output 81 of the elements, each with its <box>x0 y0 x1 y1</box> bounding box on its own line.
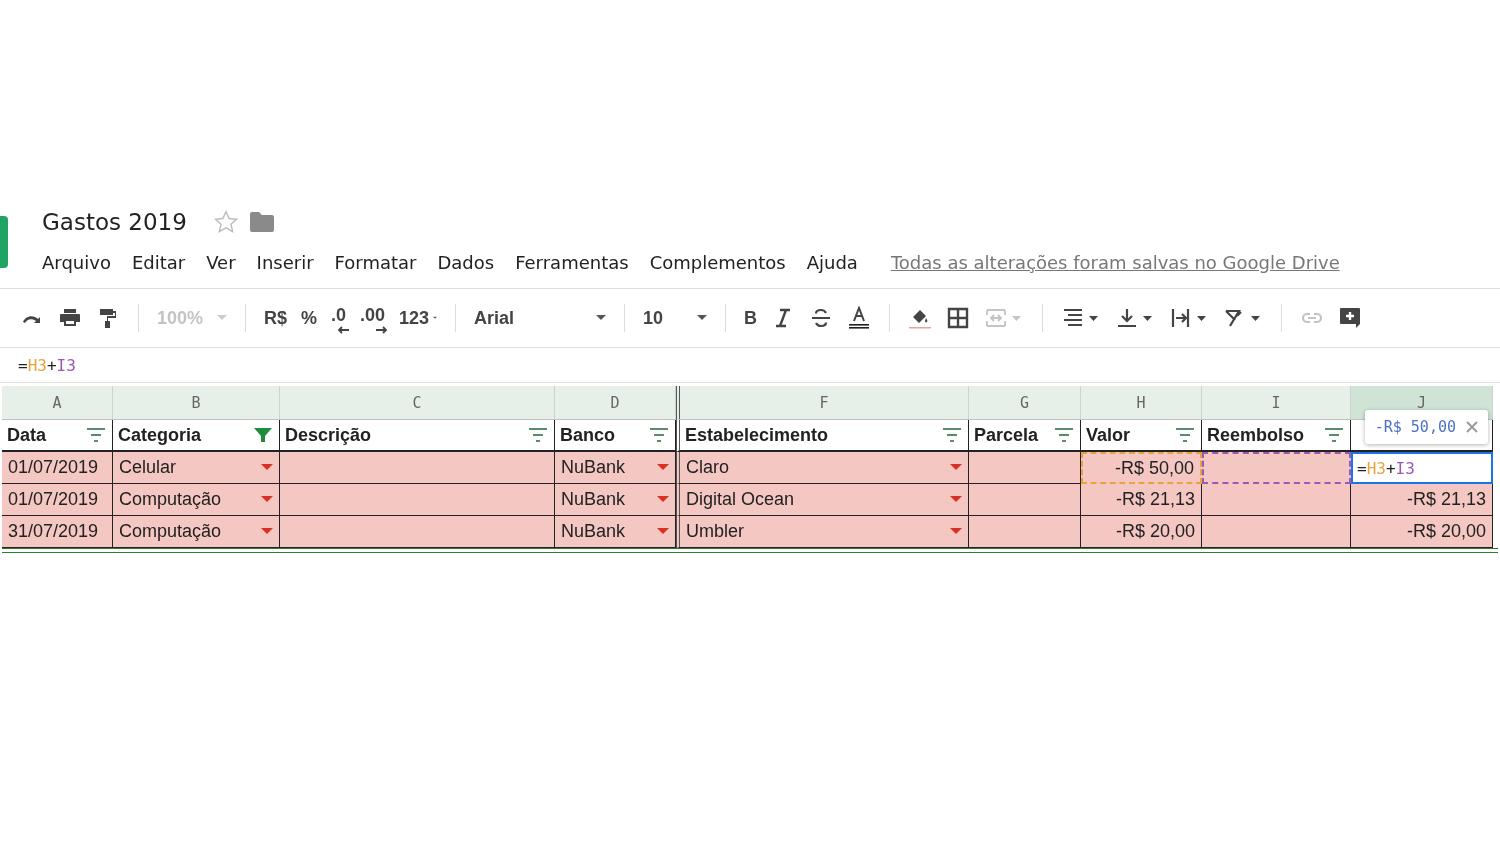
cell-text: NuBank <box>561 457 626 478</box>
cell-text: Umbler <box>686 521 744 542</box>
menu-item[interactable]: Dados <box>437 251 495 273</box>
cell-text: 01/07/2019 <box>8 457 99 478</box>
header-text: Parcela <box>974 424 1039 446</box>
dropdown-select[interactable]: 123 <box>395 305 442 331</box>
cell-text: Claro <box>686 457 729 478</box>
cell-text: -R$ 21,13 <box>1115 489 1195 510</box>
arrow-icon <box>336 325 351 334</box>
cell-text: -R$ 20,00 <box>1115 521 1195 542</box>
cell-text: Celular <box>119 457 177 478</box>
cell-editor[interactable]: =H3+I3 <box>1351 452 1493 484</box>
menu-item[interactable]: Ferramentas <box>515 251 629 273</box>
caret-icon <box>217 315 227 321</box>
filter-icon[interactable] <box>86 427 106 443</box>
filter-icon[interactable] <box>528 427 548 443</box>
column-header[interactable]: A <box>2 386 113 420</box>
result-preview: -R$ 50,00 <box>1374 418 1456 436</box>
dropdown-arrow-icon[interactable] <box>950 528 962 535</box>
cell-text: -R$ 20,00 <box>1406 521 1486 542</box>
document-title[interactable]: Gastos 2019 <box>42 209 187 235</box>
column-header[interactable]: B <box>113 386 280 420</box>
column-header[interactable]: D <box>555 386 676 420</box>
dropdown-arrow-icon[interactable] <box>657 464 669 471</box>
header-text: Valor <box>1086 424 1131 446</box>
cell-text: NuBank <box>561 489 626 510</box>
cell-text: 31/07/2019 <box>8 521 99 542</box>
filter-icon[interactable] <box>1054 427 1074 443</box>
cell-text: NuBank <box>561 521 626 542</box>
header-text: Categoria <box>118 424 202 446</box>
menu-item[interactable]: Arquivo <box>42 251 111 273</box>
header-text: Banco <box>560 424 615 446</box>
close-icon[interactable] <box>1466 421 1478 433</box>
cell-text: Computação <box>119 489 222 510</box>
header-text: Estabelecimento <box>685 424 829 446</box>
filter-icon[interactable] <box>1175 427 1195 443</box>
save-status-link[interactable]: Todas as alterações foram salvas no Google Drive <box>890 251 1340 273</box>
header-text: Descrição <box>285 424 372 446</box>
dropdown-select[interactable]: Arial <box>470 305 611 331</box>
cell-text: 01/07/2019 <box>8 489 99 510</box>
header-text: Reembolso <box>1207 424 1305 446</box>
funnel-icon[interactable] <box>253 427 273 443</box>
column-header[interactable]: I <box>1202 386 1351 420</box>
dropdown-arrow-icon[interactable] <box>261 496 273 503</box>
cell-text: Digital Ocean <box>686 489 795 510</box>
format-button[interactable]: R$ <box>260 305 291 331</box>
dropdown-arrow-icon[interactable] <box>657 496 669 503</box>
cell-text: Computação <box>119 521 222 542</box>
column-header[interactable]: F <box>676 386 969 420</box>
arrow-icon <box>375 325 390 334</box>
menu-item[interactable]: Ver <box>206 251 236 273</box>
filter-icon[interactable] <box>649 427 669 443</box>
cell-text: -R$ 21,13 <box>1406 489 1486 510</box>
menu-item[interactable]: Formatar <box>334 251 417 273</box>
dropdown-arrow-icon[interactable] <box>261 464 273 471</box>
dropdown-arrow-icon[interactable] <box>657 528 669 535</box>
format-button[interactable]: % <box>297 305 322 331</box>
column-header[interactable]: C <box>280 386 555 420</box>
dropdown-select[interactable]: 10 <box>639 305 712 331</box>
cell-text: -R$ 50,00 <box>1114 457 1194 479</box>
folder-icon[interactable] <box>248 211 275 233</box>
filter-icon[interactable] <box>1324 427 1344 443</box>
menu-item[interactable]: Editar <box>131 251 186 273</box>
caret-icon <box>596 315 607 321</box>
column-header[interactable]: H <box>1081 386 1202 420</box>
menu-item[interactable]: Ajuda <box>806 251 858 273</box>
dropdown-arrow-icon[interactable] <box>261 528 273 535</box>
dropdown-arrow-icon[interactable] <box>950 496 962 503</box>
menu-item[interactable]: Inserir <box>256 251 314 273</box>
formula-bar[interactable]: =H3+I3 <box>18 355 76 375</box>
increase-decimal-button[interactable]: .00 <box>356 302 390 334</box>
star-icon[interactable] <box>212 209 239 235</box>
dropdown-arrow-icon[interactable] <box>950 464 962 471</box>
menu-item[interactable]: Complementos <box>649 251 786 273</box>
column-header[interactable]: G <box>969 386 1081 420</box>
format-button[interactable]: B <box>740 305 762 331</box>
filter-icon[interactable] <box>942 427 962 443</box>
caret-icon <box>697 315 708 321</box>
decrease-decimal-button[interactable]: .0 <box>327 302 351 334</box>
header-text: Data <box>7 424 46 446</box>
caret-icon <box>433 315 438 321</box>
